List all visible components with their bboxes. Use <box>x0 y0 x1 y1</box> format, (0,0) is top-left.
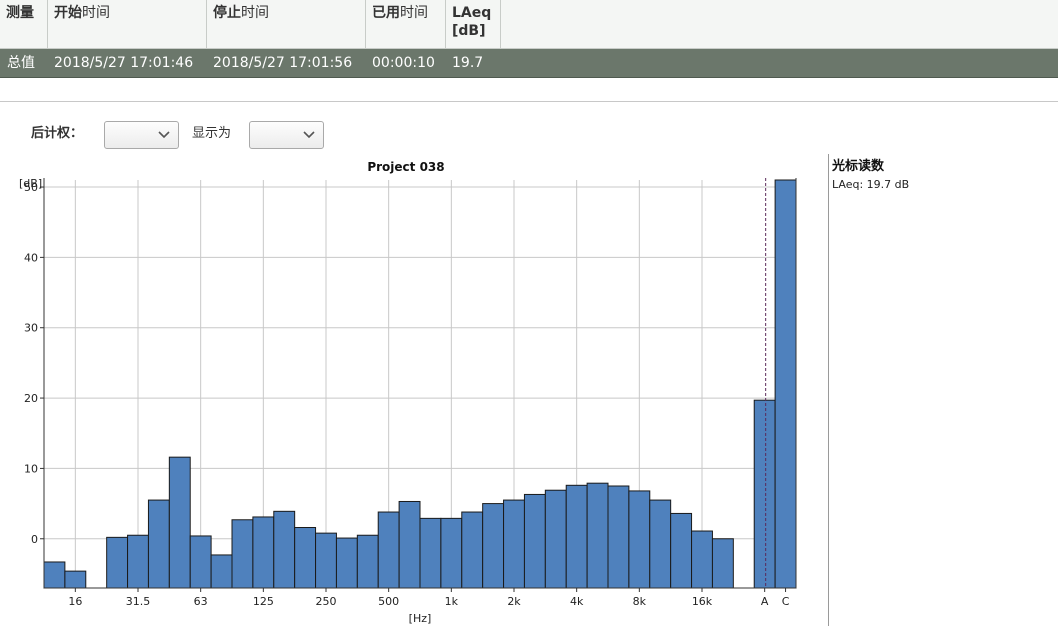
chevron-down-icon <box>303 131 315 139</box>
cursor-readout-title: 光标读数 <box>832 159 885 174</box>
column-header-label: 开始 <box>54 5 82 21</box>
x-tick-label: 500 <box>378 595 399 608</box>
divider <box>0 101 1058 102</box>
bar-500 <box>377 511 400 589</box>
x-tick-label: 16k <box>692 595 713 608</box>
bar-20k <box>711 538 734 589</box>
cell-laeq: 19.7 <box>452 55 484 71</box>
bar-80 <box>210 554 233 589</box>
bar-1k <box>440 517 463 589</box>
column-header-label: 测量 <box>6 5 34 21</box>
bar-12.5 <box>43 561 66 589</box>
bar-200 <box>294 527 317 589</box>
bar-315 <box>335 537 358 589</box>
column-header-unit: [dB] <box>452 23 486 39</box>
column-header-label: LAeq <box>452 5 492 21</box>
x-tick-label: 1k <box>445 595 459 608</box>
y-tick-label: 20 <box>24 392 38 405</box>
x-axis-label: [Hz] <box>409 612 432 625</box>
bar-63 <box>189 535 212 589</box>
column-header-label-suffix: 时间 <box>400 5 428 21</box>
weighting-label: 后计权： <box>31 126 84 141</box>
bar-25 <box>106 536 129 589</box>
bar-C <box>774 179 797 589</box>
x-tick-label: 8k <box>633 595 647 608</box>
x-tick-label: 16 <box>68 595 82 608</box>
column-header-label-suffix: 时间 <box>241 5 269 21</box>
bar-250 <box>315 532 337 589</box>
bar-16 <box>64 570 87 589</box>
bar-125 <box>252 516 275 589</box>
bar-12.5k <box>670 512 693 589</box>
table-row-total[interactable]: 总值 2018/5/27 17:01:46 2018/5/27 17:01:56… <box>0 49 1058 78</box>
table-header: 测量 开始时间 停止时间 已用时间 LAeq [dB] <box>0 0 1058 49</box>
column-header-measurement[interactable]: 测量 <box>0 0 48 48</box>
cell-start-time: 2018/5/27 17:01:46 <box>54 55 194 71</box>
column-header-stop-time[interactable]: 停止时间 <box>207 0 366 48</box>
bar-800 <box>419 517 442 589</box>
column-header-laeq[interactable]: LAeq [dB] <box>446 0 501 48</box>
bar-100 <box>231 519 254 589</box>
bar-1.6k <box>482 503 505 589</box>
display-select[interactable] <box>249 121 324 149</box>
bar-3.15k <box>544 489 567 589</box>
cell-measurement: 总值 <box>7 55 35 71</box>
x-tick-label: A <box>761 595 769 608</box>
column-header-label-suffix: 时间 <box>82 5 110 21</box>
bar-5k <box>586 482 609 589</box>
spectrum-chart[interactable]: 01020304050 16 31.5 63 125 250 500 1k 2k 4k 8k 16k… <box>0 150 820 634</box>
bar-6.3k <box>607 485 630 589</box>
y-tick-label: 10 <box>24 462 38 475</box>
y-axis-ticks: 01020304050 <box>24 181 44 546</box>
y-axis-label: [dB] <box>19 177 42 190</box>
bar-50 <box>168 456 191 589</box>
bar-2k <box>503 499 525 589</box>
bar-31.5 <box>127 534 149 589</box>
column-header-label: 停止 <box>213 5 241 21</box>
display-label: 显示为 <box>192 126 232 141</box>
bar-40 <box>147 499 170 589</box>
x-tick-label: 63 <box>194 595 208 608</box>
bar-16k <box>691 530 713 589</box>
bar-1.25k <box>461 511 484 589</box>
bar-series <box>43 179 797 589</box>
bar-8k <box>628 490 651 589</box>
bar-A <box>753 399 776 589</box>
y-tick-label: 0 <box>31 533 38 546</box>
x-axis-ticks: 16 31.5 63 125 250 500 1k 2k 4k 8k 16k A C <box>68 588 790 608</box>
x-tick-label: 125 <box>253 595 274 608</box>
x-tick-label: 4k <box>570 595 584 608</box>
x-tick-label: C <box>782 595 790 608</box>
y-tick-label: 40 <box>24 251 38 264</box>
x-tick-label: 250 <box>316 595 337 608</box>
bar-10k <box>649 499 672 589</box>
column-header-label: 已用 <box>372 5 400 21</box>
chart-title: Project 038 <box>367 160 444 174</box>
column-header-start-time[interactable]: 开始时间 <box>48 0 207 48</box>
cell-stop-time: 2018/5/27 17:01:56 <box>213 55 353 71</box>
x-tick-label: 2k <box>507 595 521 608</box>
chevron-down-icon <box>158 131 170 139</box>
column-header-elapsed-time[interactable]: 已用时间 <box>366 0 446 48</box>
bar-4k <box>565 484 588 589</box>
bar-160 <box>273 510 296 589</box>
cursor-readout-value: LAeq: 19.7 dB <box>832 178 910 191</box>
weighting-select[interactable] <box>104 121 179 149</box>
bar-400 <box>356 534 379 589</box>
x-tick-label: 31.5 <box>126 595 151 608</box>
panel-divider <box>828 154 829 626</box>
bar-2.5k <box>523 493 546 589</box>
cell-elapsed-time: 00:00:10 <box>372 55 435 71</box>
y-tick-label: 30 <box>24 322 38 335</box>
bar-630 <box>398 500 421 589</box>
